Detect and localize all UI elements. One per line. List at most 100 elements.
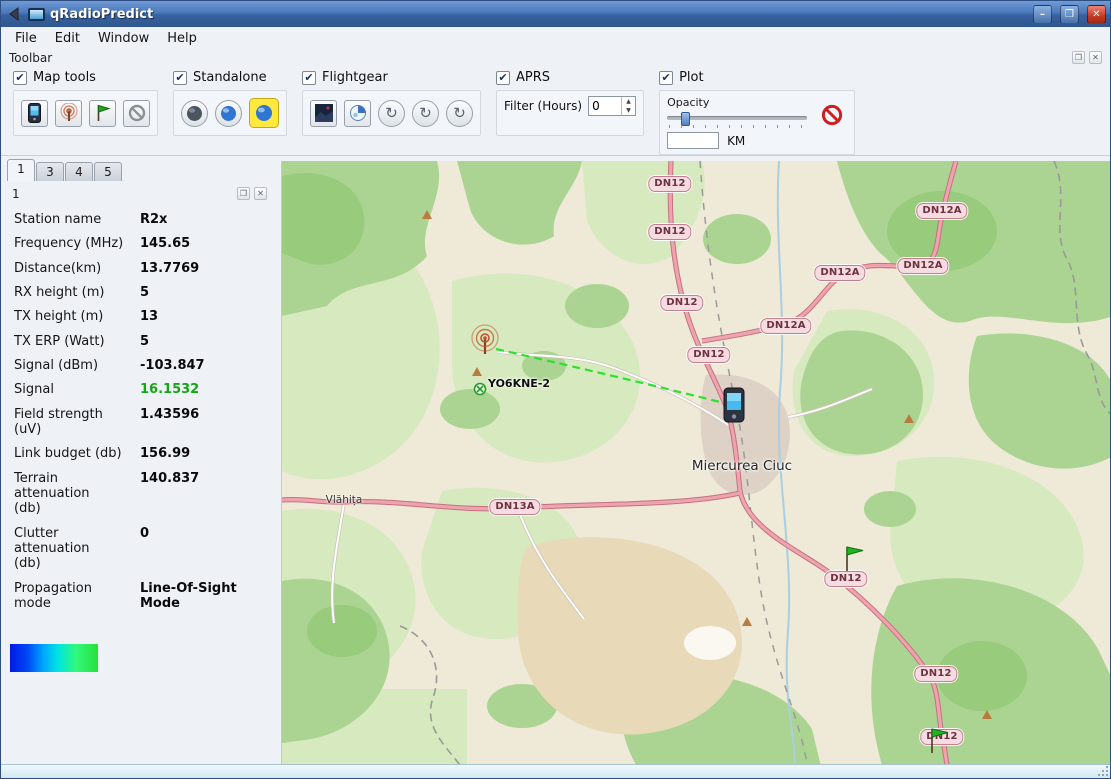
tab-5[interactable]: 5 <box>94 162 122 181</box>
flag-marker[interactable] <box>930 728 950 754</box>
menu-window[interactable]: Window <box>90 30 157 47</box>
mobile-station-button[interactable] <box>21 100 48 127</box>
field-label: Signal <box>14 382 140 397</box>
field-value: Line-Of-Sight Mode <box>140 581 237 612</box>
standalone-label: Standalone <box>193 70 267 85</box>
maximize-button[interactable]: ❒ <box>1060 5 1079 24</box>
weather-icon <box>349 104 367 122</box>
opacity-slider[interactable] <box>667 111 807 128</box>
antenna-icon <box>59 103 79 123</box>
window-menu-icon[interactable] <box>5 5 23 23</box>
aprs-filter-label: Filter (Hours) <box>504 99 582 113</box>
field-label: Station name <box>14 212 140 227</box>
opacity-slider-handle[interactable] <box>681 112 690 126</box>
minimize-button[interactable]: – <box>1033 5 1052 24</box>
toolbar: ✔ Map tools <box>1 66 1110 156</box>
resize-grip[interactable] <box>1106 774 1108 776</box>
group-standalone: ✔ Standalone <box>173 68 287 136</box>
field-row: TX height (m)13 <box>14 309 277 324</box>
toolbar-dock-title: Toolbar <box>9 51 52 65</box>
standalone-stop-button[interactable] <box>181 100 208 127</box>
field-value: 16.1532 <box>140 382 199 397</box>
field-value: 156.99 <box>140 446 190 461</box>
blue-globe-active-icon <box>255 104 273 122</box>
plot-checkbox[interactable]: ✔ <box>659 71 673 85</box>
clear-tool-button[interactable] <box>123 100 150 127</box>
flag-marker[interactable] <box>845 546 865 572</box>
map-label-layer: DN12DN12DN12DN12DN12ADN12ADN12ADN12ADN13… <box>282 161 1110 771</box>
tab-1[interactable]: 1 <box>7 159 35 181</box>
aprs-filter-input[interactable] <box>589 97 621 115</box>
field-value: 140.837 <box>140 471 199 517</box>
mobile-station-marker[interactable] <box>722 387 746 423</box>
tab-4[interactable]: 4 <box>65 162 93 181</box>
clear-plot-icon <box>821 104 843 126</box>
field-label: Field strength (uV) <box>14 407 140 438</box>
panel-close-button[interactable]: ✕ <box>254 187 267 200</box>
map-tools-checkbox[interactable]: ✔ <box>13 71 27 85</box>
field-row: Terrain attenuation (db)140.837 <box>14 471 277 517</box>
station-callsign-label: YO6KNE-2 <box>488 377 550 390</box>
panel-float-button[interactable]: ❐ <box>237 187 250 200</box>
field-label: Frequency (MHz) <box>14 236 140 251</box>
station-panel: 1 3 4 5 1 ❐ ✕ Station nameR2x Frequency (… <box>1 156 281 764</box>
city-label: Miercurea Ciuc <box>692 458 792 474</box>
window-title: qRadioPredict <box>50 7 1025 22</box>
field-value: 0 <box>140 526 149 572</box>
flightgear-start-button[interactable]: ↻ <box>412 100 439 127</box>
flightgear-label: Flightgear <box>322 70 388 85</box>
aprs-checkbox[interactable]: ✔ <box>496 71 510 85</box>
flightgear-connect-button[interactable]: ↻ <box>378 100 405 127</box>
panel-tabbar: 1 3 4 5 <box>7 159 281 181</box>
menu-file[interactable]: File <box>7 30 45 47</box>
field-label: Propagation mode <box>14 581 140 612</box>
standalone-run-button[interactable] <box>215 100 242 127</box>
km-unit-label: KM <box>727 134 745 148</box>
menubar: File Edit Window Help <box>1 27 1110 48</box>
field-row: Clutter attenuation (db)0 <box>14 526 277 572</box>
fixed-station-button[interactable] <box>55 100 82 127</box>
map-tools-label: Map tools <box>33 70 96 85</box>
field-value: -103.847 <box>140 358 205 373</box>
aprs-filter-spinbox[interactable]: ▲ ▼ <box>588 96 636 116</box>
close-button[interactable]: ✕ <box>1087 5 1106 24</box>
toolbar-float-button[interactable]: ❐ <box>1072 51 1085 64</box>
flightgear-checkbox[interactable]: ✔ <box>302 71 316 85</box>
field-label: Terrain attenuation (db) <box>14 471 140 517</box>
field-value: 13 <box>140 309 158 324</box>
spin-down-icon[interactable]: ▼ <box>622 106 635 115</box>
clear-plot-button[interactable] <box>819 102 845 128</box>
field-value: 1.43596 <box>140 407 199 438</box>
plot-distance-input[interactable] <box>667 132 719 149</box>
blue-globe-icon <box>220 105 237 122</box>
flightgear-scene-button[interactable] <box>310 100 337 127</box>
toolbar-dock-header: Toolbar ❐ ✕ <box>1 48 1110 66</box>
field-value: 5 <box>140 285 149 300</box>
field-row: RX height (m)5 <box>14 285 277 300</box>
terrain-thumb-icon <box>315 104 333 122</box>
flightgear-weather-button[interactable] <box>344 100 371 127</box>
field-row: Station nameR2x <box>14 212 277 227</box>
status-bar <box>1 764 1110 778</box>
field-row: Signal16.1532 <box>14 382 277 397</box>
group-aprs: ✔ APRS Filter (Hours) ▲ ▼ <box>496 68 644 136</box>
menu-help[interactable]: Help <box>159 30 205 47</box>
flightgear-stop-button[interactable]: ↻ <box>446 100 473 127</box>
group-map-tools: ✔ Map tools <box>13 68 158 136</box>
spin-up-icon[interactable]: ▲ <box>622 97 635 106</box>
map-view[interactable]: DN12DN12DN12DN12DN12ADN12ADN12ADN12ADN13… <box>281 161 1110 771</box>
flag-icon <box>95 104 111 122</box>
toolbar-close-button[interactable]: ✕ <box>1089 51 1102 64</box>
field-row: Distance(km)13.7769 <box>14 261 277 276</box>
menu-edit[interactable]: Edit <box>47 30 88 47</box>
no-entry-icon <box>128 104 146 122</box>
flag-tool-button[interactable] <box>89 100 116 127</box>
tab-3[interactable]: 3 <box>36 162 64 181</box>
app-icon <box>28 8 45 21</box>
field-label: RX height (m) <box>14 285 140 300</box>
field-value: 5 <box>140 334 149 349</box>
standalone-checkbox[interactable]: ✔ <box>173 71 187 85</box>
field-label: Signal (dBm) <box>14 358 140 373</box>
plot-label: Plot <box>679 70 704 85</box>
standalone-active-button[interactable] <box>249 98 279 128</box>
